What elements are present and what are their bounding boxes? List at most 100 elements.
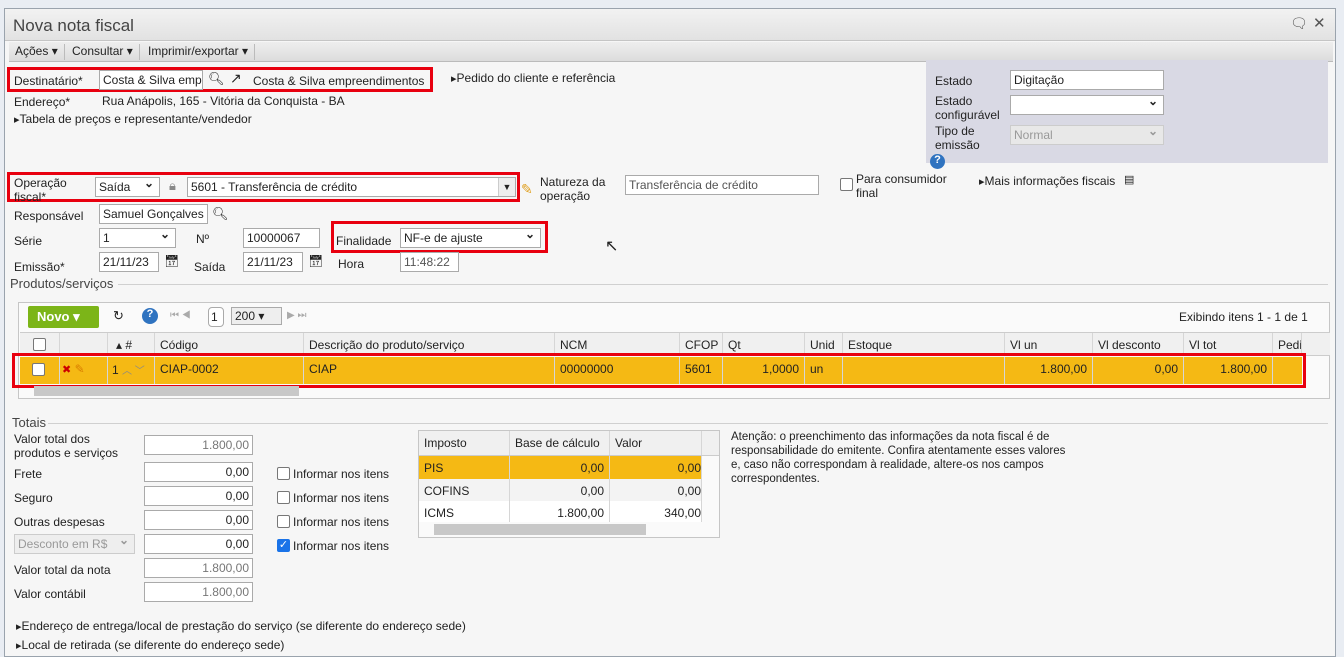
outras-despesas-input[interactable]: 0,00 <box>144 510 253 530</box>
numero-label: Nº <box>196 232 210 246</box>
tipo-emissao-label-1: Tipo de <box>935 124 975 138</box>
col-descricao[interactable]: Descrição do produto/serviço <box>304 333 555 355</box>
external-link-icon[interactable]: ↗ <box>230 70 242 87</box>
endereco-entrega-link[interactable]: Endereço de entrega/local de prestação d… <box>16 619 466 634</box>
col-qt[interactable]: Qt <box>723 333 805 355</box>
chat-icon[interactable]: 🗨 <box>1290 15 1308 32</box>
help-icon[interactable]: ? <box>930 154 945 169</box>
frete-input[interactable]: 0,00 <box>144 462 253 482</box>
total-nota-field: 1.800,00 <box>144 558 253 578</box>
produtos-total-label-2: produtos e serviços <box>14 446 119 460</box>
calendar-icon[interactable]: 📅︎ <box>308 254 323 268</box>
frete-informar-label: Informar nos itens <box>293 467 390 481</box>
imposto-name: ICMS <box>419 501 510 522</box>
first-page-icon[interactable]: ⏮ ◀ <box>170 310 191 321</box>
col-ncm[interactable]: NCM <box>555 333 680 355</box>
refresh-icon[interactable]: ↻ <box>113 308 124 324</box>
destinatario-link[interactable]: Costa & Silva empreendimentos <box>253 74 424 88</box>
document-icon[interactable]: ▤ <box>1124 173 1134 186</box>
desconto-input[interactable]: 0,00 <box>144 534 253 554</box>
col-vl-desconto[interactable]: Vl desconto <box>1093 333 1184 355</box>
desconto-informar-checkbox[interactable]: ✓ <box>277 539 290 552</box>
atencao-text: Atenção: o preenchimento das informações… <box>731 431 1066 485</box>
hora-label: Hora <box>338 257 365 271</box>
col-vl-tot[interactable]: Vl tot <box>1184 333 1273 355</box>
col-number-label: # <box>125 338 133 352</box>
estado-config-label-1: Estado <box>935 94 973 108</box>
horizontal-scrollbar[interactable] <box>34 386 299 396</box>
imposto-valor: 340,00 <box>610 501 702 522</box>
col-pedido[interactable]: Pedi <box>1273 333 1302 355</box>
frete-informar-checkbox[interactable] <box>277 467 290 480</box>
impostos-scrollbar[interactable] <box>434 524 646 535</box>
col-codigo[interactable]: Código <box>155 333 304 355</box>
natureza-label: Natureza da operação <box>540 175 605 203</box>
hora-input[interactable]: 11:48:22 <box>400 252 459 272</box>
col-base[interactable]: Base de cálculo <box>510 431 610 455</box>
estado-field: Digitação <box>1010 70 1164 90</box>
row-highlight <box>12 353 1306 388</box>
col-vl-un[interactable]: Vl un <box>1005 333 1093 355</box>
next-page-icon[interactable]: ▶ ⏭ <box>287 310 306 321</box>
mais-info-link[interactable]: Mais informações fiscais <box>979 174 1116 189</box>
close-icon[interactable]: ✕ <box>1313 14 1326 32</box>
imposto-name: COFINS <box>419 479 510 501</box>
finalidade-select[interactable]: NF-e de ajuste <box>400 228 541 248</box>
natureza-label-2: operação <box>540 189 591 203</box>
numero-input[interactable]: 10000067 <box>243 228 320 248</box>
calendar-icon[interactable]: 📅︎ <box>164 254 179 268</box>
produtos-total-label: Valor total dos produtos e serviços <box>14 432 118 460</box>
responsavel-label: Responsável <box>14 209 84 223</box>
local-retirada-link[interactable]: Local de retirada (se diferente do ender… <box>16 638 285 653</box>
responsavel-input[interactable]: Samuel Gonçalves <box>99 204 208 224</box>
emissao-input[interactable]: 21/11/23 <box>99 252 159 272</box>
seguro-informar-label: Informar nos itens <box>293 491 390 505</box>
col-imposto[interactable]: Imposto <box>419 431 510 455</box>
consumidor-final-label: Para consumidor final <box>856 172 947 200</box>
col-valor[interactable]: Valor <box>610 431 702 455</box>
menu-imprimir-exportar[interactable]: Imprimir/exportar <box>142 44 256 60</box>
consumidor-final-checkbox[interactable] <box>840 178 853 191</box>
col-estoque[interactable]: Estoque <box>843 333 1005 355</box>
page-size-value: 200 <box>235 309 256 323</box>
select-all-checkbox[interactable] <box>33 338 46 351</box>
combo-dropdown-icon[interactable]: ▼ <box>498 178 515 196</box>
natureza-input[interactable]: Transferência de crédito <box>625 175 819 195</box>
operacao-tipo-select[interactable]: Saída <box>95 177 160 197</box>
operacao-combo[interactable]: 5601 - Transferência de crédito <box>187 177 516 197</box>
pedido-link[interactable]: Pedido do cliente e referência <box>451 71 616 86</box>
imposto-row[interactable]: COFINS 0,00 0,00 <box>419 479 702 501</box>
col-unid[interactable]: Unid <box>805 333 843 355</box>
estado-config-select[interactable] <box>1010 95 1164 115</box>
menu-consultar[interactable]: Consultar <box>66 44 140 60</box>
imposto-name: PIS <box>419 456 510 479</box>
col-cfop[interactable]: CFOP <box>680 333 723 355</box>
page-input[interactable]: 1 <box>208 307 224 327</box>
help-icon[interactable]: ? <box>142 308 158 324</box>
serie-select[interactable]: 1 <box>99 228 176 248</box>
destinatario-label: Destinatário* <box>14 74 83 88</box>
menu-acoes[interactable]: Ações <box>9 44 65 60</box>
actions-col <box>60 333 108 355</box>
search-icon[interactable]: 🔍︎ <box>208 71 225 87</box>
produtos-total-field: 1.800,00 <box>144 435 253 455</box>
tipo-emissao-select: Normal <box>1010 125 1164 145</box>
imposto-row[interactable]: ICMS 1.800,00 340,00 <box>419 501 702 522</box>
pencil-icon[interactable]: ✎ <box>521 181 533 198</box>
seguro-input[interactable]: 0,00 <box>144 486 253 506</box>
col-number[interactable]: ▴ # <box>108 333 155 355</box>
divider <box>48 423 1328 424</box>
total-nota-label: Valor total da nota <box>14 563 111 577</box>
page-size-select[interactable]: 200 ▾ <box>231 307 282 325</box>
search-icon[interactable]: 🔍︎ <box>212 206 229 222</box>
seguro-informar-checkbox[interactable] <box>277 491 290 504</box>
destinatario-input[interactable]: Costa & Silva empreendimentos <box>99 70 203 90</box>
novo-label: Novo <box>37 309 70 324</box>
tabela-precos-link[interactable]: Tabela de preços e representante/vendedo… <box>14 112 252 127</box>
imposto-base: 1.800,00 <box>510 501 610 522</box>
saida-input[interactable]: 21/11/23 <box>243 252 303 272</box>
imposto-row[interactable]: PIS 0,00 0,00 <box>419 456 702 479</box>
novo-button[interactable]: Novo ▾ <box>28 306 99 328</box>
outras-informar-checkbox[interactable] <box>277 515 290 528</box>
emissao-label: Emissão* <box>14 260 65 274</box>
